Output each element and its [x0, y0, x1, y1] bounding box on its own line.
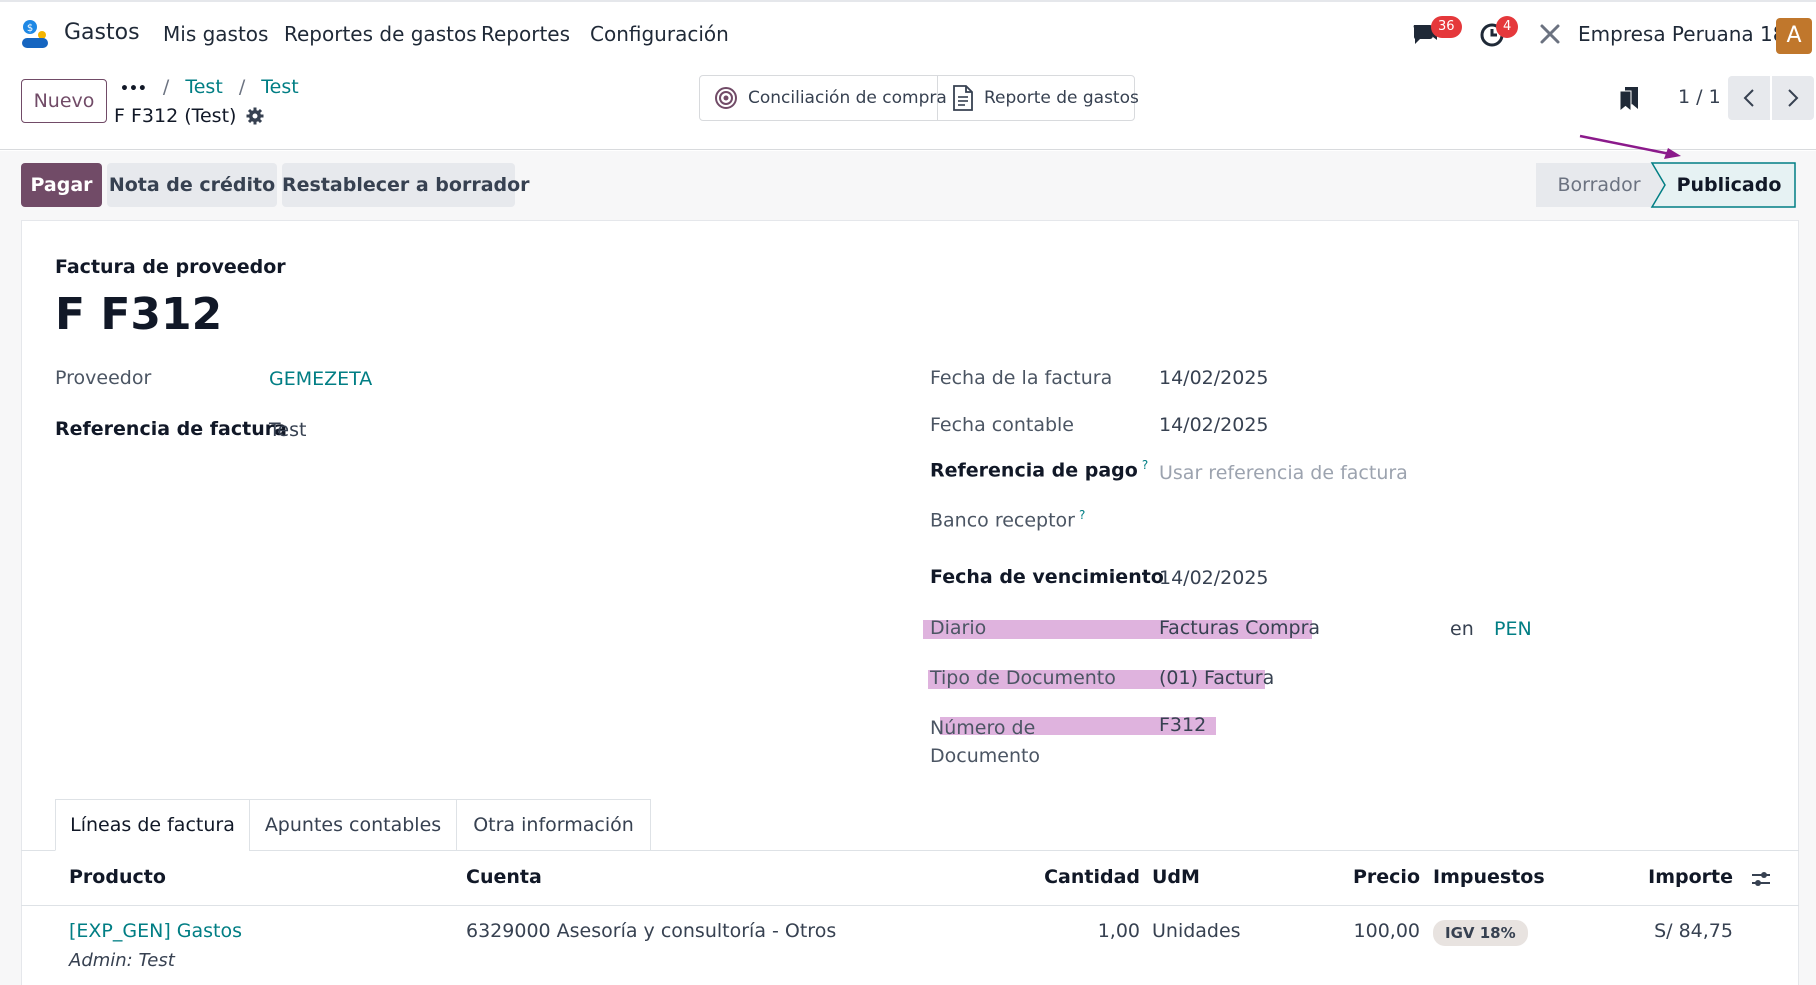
- doc-type-label: Tipo de Documento: [930, 667, 1116, 689]
- vendor-label: Proveedor: [55, 367, 152, 389]
- activity-badge: 4: [1496, 16, 1519, 38]
- bookmark-icon[interactable]: [1618, 86, 1640, 113]
- breadcrumb-sep: /: [162, 76, 170, 98]
- invoice-ref-field[interactable]: Test: [269, 419, 306, 441]
- menu-reportes[interactable]: Reportes: [481, 22, 570, 46]
- svg-text:$: $: [27, 23, 33, 34]
- help-tooltip-icon[interactable]: ?: [1142, 458, 1148, 472]
- col-product[interactable]: Producto: [69, 866, 166, 888]
- user-avatar[interactable]: A: [1776, 18, 1812, 54]
- expense-report-button[interactable]: Reporte de gastos: [938, 76, 1153, 120]
- col-price[interactable]: Precio: [1290, 866, 1420, 888]
- vendor-field[interactable]: GEMEZETA: [269, 368, 372, 390]
- due-date-label: Fecha de vencimiento: [930, 566, 1164, 588]
- app-name[interactable]: Gastos: [64, 20, 140, 45]
- doc-number-label-line2: Documento: [930, 745, 1041, 767]
- purchase-matching-label: Conciliación de compra: [748, 88, 947, 108]
- avatar-initial: A: [1786, 23, 1802, 48]
- col-account[interactable]: Cuenta: [466, 866, 542, 888]
- row-quantity[interactable]: 1,00: [1000, 920, 1140, 942]
- bank-label-wrap: Banco receptor?: [930, 508, 1085, 531]
- record-title: F F312 (Test): [114, 105, 264, 127]
- row-product[interactable]: [EXP_GEN] Gastos: [69, 920, 242, 942]
- chevron-right-icon: [1786, 88, 1800, 108]
- col-uom[interactable]: UdM: [1152, 866, 1200, 888]
- breadcrumb: ••• / Test / Test: [120, 76, 299, 98]
- currency-field[interactable]: PEN: [1494, 618, 1532, 640]
- doc-type-field[interactable]: (01) Factura: [1159, 667, 1274, 689]
- purchase-matching-button[interactable]: Conciliación de compra: [700, 76, 947, 120]
- app-logo-icon[interactable]: $: [18, 18, 52, 50]
- help-tooltip-icon[interactable]: ?: [1079, 508, 1085, 522]
- invoice-date-field[interactable]: 14/02/2025: [1159, 367, 1269, 389]
- due-date-field[interactable]: 14/02/2025: [1159, 567, 1269, 589]
- doc-number-label: Número de Documento: [930, 714, 1040, 770]
- pager-value[interactable]: 1 / 1: [1678, 86, 1721, 108]
- document-type-label: Factura de proveedor: [55, 256, 286, 278]
- menu-mis-gastos[interactable]: Mis gastos: [163, 22, 268, 46]
- accounting-date-field[interactable]: 14/02/2025: [1159, 414, 1269, 436]
- pager-prev-button[interactable]: [1728, 76, 1770, 120]
- new-button[interactable]: Nuevo: [21, 79, 107, 123]
- breadcrumb-more-icon[interactable]: •••: [120, 81, 147, 97]
- company-switcher[interactable]: Empresa Peruana 18: [1578, 22, 1785, 46]
- breadcrumb-link-2[interactable]: Test: [261, 76, 298, 98]
- menu-configuracion[interactable]: Configuración: [590, 22, 729, 46]
- document-name: F F312: [55, 289, 223, 340]
- payment-ref-label-wrap: Referencia de pago?: [930, 458, 1148, 481]
- payment-ref-field[interactable]: Usar referencia de factura: [1159, 462, 1408, 484]
- menu-reportes-de-gastos[interactable]: Reportes de gastos: [284, 22, 477, 46]
- target-icon: [714, 86, 738, 110]
- column-settings-icon[interactable]: [1750, 868, 1772, 890]
- table-row[interactable]: [21, 906, 1799, 985]
- status-bar: Borrador Publicado: [1535, 162, 1796, 208]
- reset-draft-button[interactable]: Restablecer a borrador: [282, 163, 530, 207]
- doc-number-field[interactable]: F312: [1159, 714, 1206, 736]
- gear-icon[interactable]: [246, 107, 264, 125]
- chat-badge: 36: [1431, 16, 1462, 38]
- smart-buttons: Conciliación de compra Reporte de gastos: [699, 75, 1139, 121]
- journal-label: Diario: [930, 617, 987, 639]
- row-tax-tag[interactable]: IGV 18%: [1433, 920, 1528, 946]
- row-account[interactable]: 6329000 Asesoría y consultoría - Otros: [466, 920, 836, 942]
- col-taxes[interactable]: Impuestos: [1433, 866, 1545, 888]
- bank-label: Banco receptor: [930, 509, 1075, 532]
- accounting-date-label: Fecha contable: [930, 414, 1074, 436]
- pager-next-button[interactable]: [1772, 76, 1814, 120]
- breadcrumb-link-1[interactable]: Test: [185, 76, 222, 98]
- annotation-arrow: [1579, 134, 1681, 159]
- row-uom[interactable]: Unidades: [1152, 920, 1241, 942]
- credit-note-button[interactable]: Nota de crédito: [107, 163, 277, 207]
- tab-invoice-lines[interactable]: Líneas de factura: [55, 799, 250, 851]
- invoice-ref-label: Referencia de factura: [55, 418, 287, 440]
- document-icon: [952, 85, 974, 111]
- row-description: Admin: Test: [69, 950, 175, 971]
- record-name: F F312 (Test): [114, 105, 237, 127]
- col-quantity[interactable]: Cantidad: [1000, 866, 1140, 888]
- row-amount: S/ 84,75: [1654, 920, 1733, 942]
- doc-number-label-line1: Número de: [930, 717, 1036, 739]
- tab-journal-items[interactable]: Apuntes contables: [249, 799, 457, 851]
- currency-in-label: en: [1450, 618, 1474, 640]
- payment-ref-label: Referencia de pago: [930, 459, 1138, 482]
- expense-report-label: Reporte de gastos: [984, 88, 1139, 108]
- invoice-date-label: Fecha de la factura: [930, 367, 1113, 389]
- chevron-left-icon: [1742, 88, 1756, 108]
- control-panel: Nuevo ••• / Test / Test F F312 (Test) Co…: [0, 66, 1816, 150]
- journal-field[interactable]: Facturas Compra: [1159, 617, 1320, 639]
- bank-field[interactable]: [1159, 508, 1559, 532]
- top-navbar: $ Gastos Mis gastos Reportes de gastos R…: [0, 0, 1816, 66]
- breadcrumb-sep: /: [238, 76, 246, 98]
- stage-posted[interactable]: Publicado: [1663, 163, 1795, 207]
- pay-button[interactable]: Pagar: [21, 163, 102, 207]
- stage-draft[interactable]: Borrador: [1535, 163, 1663, 207]
- debug-tools-icon[interactable]: [1538, 22, 1562, 46]
- row-price[interactable]: 100,00: [1290, 920, 1420, 942]
- col-amount[interactable]: Importe: [1600, 866, 1733, 888]
- tab-other-info[interactable]: Otra información: [456, 799, 651, 851]
